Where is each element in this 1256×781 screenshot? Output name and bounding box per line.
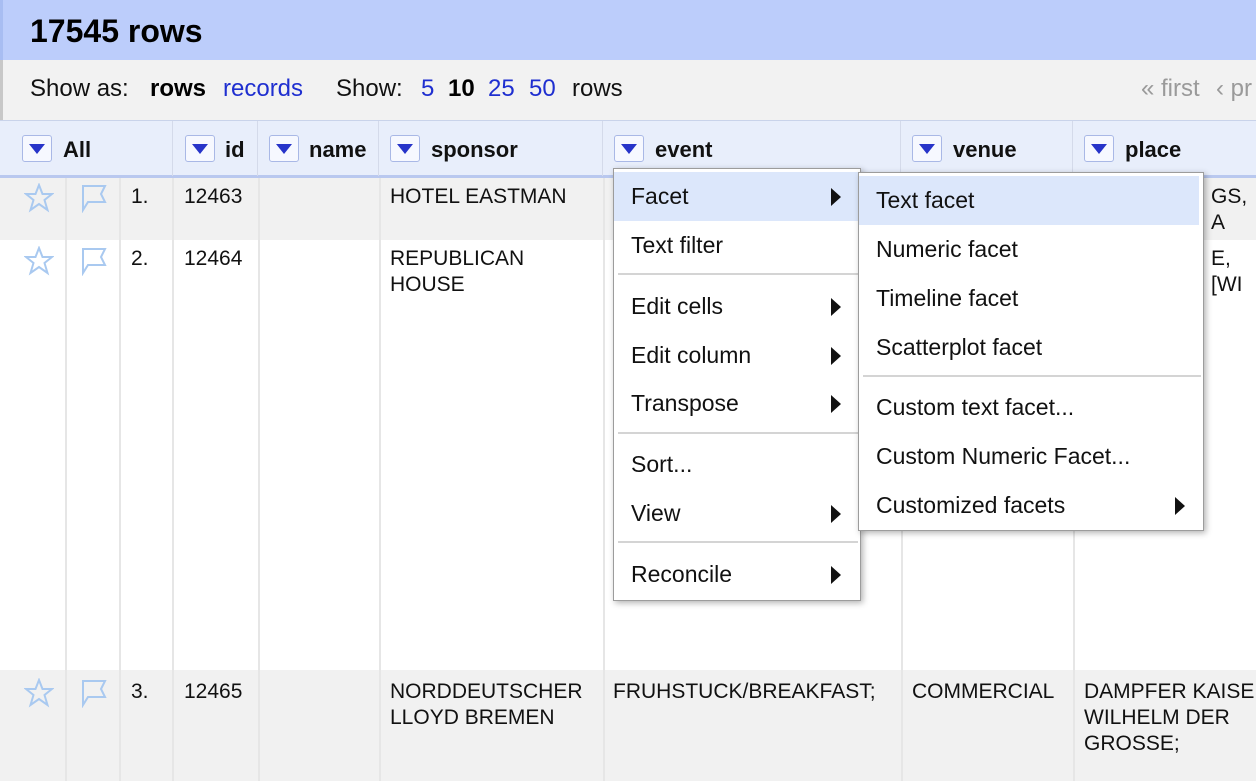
triangle-down-icon[interactable] (269, 135, 299, 162)
row-index: 3. (131, 680, 149, 703)
flag-icon[interactable] (77, 678, 109, 708)
flag-icon[interactable] (77, 183, 109, 213)
menu-item-transpose[interactable]: Transpose (614, 379, 860, 428)
page-size-50[interactable]: 50 (529, 75, 556, 103)
cell-place: E, [WI (1211, 247, 1243, 296)
show-label: Show: (336, 75, 403, 102)
triangle-down-icon[interactable] (390, 135, 420, 162)
menu-item-customized-facets[interactable]: Customized facets (859, 481, 1203, 530)
cell-venue: COMMERCIAL (912, 680, 1055, 703)
cell-place: GS, A (1211, 185, 1248, 234)
menu-item-sort[interactable]: Sort... (614, 440, 860, 489)
triangle-right-icon (831, 505, 841, 523)
menu-item-numeric-facet[interactable]: Numeric facet (859, 225, 1203, 274)
triangle-right-icon (831, 347, 841, 365)
column-header-sponsor[interactable]: sponsor (379, 121, 603, 176)
page-size-10[interactable]: 10 (448, 75, 475, 103)
cell-sponsor: HOTEL EASTMAN (390, 185, 567, 208)
menu-item-scatterplot-facet[interactable]: Scatterplot facet (859, 323, 1203, 372)
menu-item-edit-column[interactable]: Edit column (614, 331, 860, 380)
page-size-25[interactable]: 25 (488, 75, 515, 103)
star-icon[interactable] (24, 183, 54, 213)
cell-sponsor: REPUBLICAN HOUSE (390, 247, 525, 296)
triangle-down-icon[interactable] (1084, 135, 1114, 162)
show-as-label: Show as: (30, 75, 129, 102)
column-header-place[interactable]: place (1073, 121, 1256, 176)
row-index: 2. (131, 247, 149, 270)
triangle-right-icon (831, 395, 841, 413)
cell-place: DAMPFER KAISE WILHELM DER GROSSE; (1084, 680, 1255, 755)
column-header-id[interactable]: id (173, 121, 258, 176)
flag-icon[interactable] (77, 246, 109, 276)
column-header-all[interactable]: All (12, 121, 173, 176)
menu-item-text-facet[interactable]: Text facet (859, 176, 1199, 225)
triangle-down-icon[interactable] (912, 135, 942, 162)
row-index: 1. (131, 185, 149, 208)
star-icon[interactable] (24, 246, 54, 276)
triangle-right-icon (831, 566, 841, 584)
view-toolbar: Show as: rows records Show: 5 10 25 50 r… (0, 60, 1256, 120)
menu-item-edit-cells[interactable]: Edit cells (614, 282, 860, 331)
prev-page-link[interactable]: ‹ pr (1216, 75, 1252, 103)
triangle-right-icon (831, 188, 841, 206)
cell-id: 12464 (184, 247, 243, 270)
rows-mode-option[interactable]: rows (150, 75, 206, 103)
star-icon[interactable] (24, 678, 54, 708)
cell-id: 12463 (184, 185, 243, 208)
menu-item-view[interactable]: View (614, 489, 860, 538)
triangle-right-icon (831, 298, 841, 316)
rows-suffix-label: rows (572, 75, 623, 102)
row-count-title: 17545 rows (30, 13, 203, 49)
triangle-right-icon (1175, 497, 1185, 515)
menu-item-timeline-facet[interactable]: Timeline facet (859, 274, 1203, 323)
cell-event: FRUHSTUCK/BREAKFAST; (613, 680, 876, 703)
triangle-down-icon[interactable] (185, 135, 215, 162)
menu-item-custom-text-facet[interactable]: Custom text facet... (859, 383, 1203, 432)
cell-id: 12465 (184, 680, 243, 703)
column-header-venue[interactable]: venue (901, 121, 1073, 176)
project-header: 17545 rows (0, 0, 1256, 60)
cell-sponsor: NORDDEUTSCHER LLOYD BREMEN (390, 680, 583, 729)
menu-item-text-filter[interactable]: Text filter (614, 221, 860, 270)
menu-item-reconcile[interactable]: Reconcile (614, 550, 860, 599)
triangle-down-icon[interactable] (22, 135, 52, 162)
facet-submenu: Text facet Numeric facet Timeline facet … (858, 172, 1204, 531)
page-size-5[interactable]: 5 (421, 75, 434, 103)
menu-item-facet[interactable]: Facet (614, 172, 860, 221)
column-menu: Facet Text filter Edit cells Edit column… (613, 168, 861, 601)
records-mode-link[interactable]: records (223, 75, 303, 103)
column-header-name[interactable]: name (258, 121, 379, 176)
triangle-down-icon[interactable] (614, 135, 644, 162)
first-page-link[interactable]: « first (1141, 75, 1200, 103)
menu-item-custom-numeric-facet[interactable]: Custom Numeric Facet... (859, 432, 1203, 481)
